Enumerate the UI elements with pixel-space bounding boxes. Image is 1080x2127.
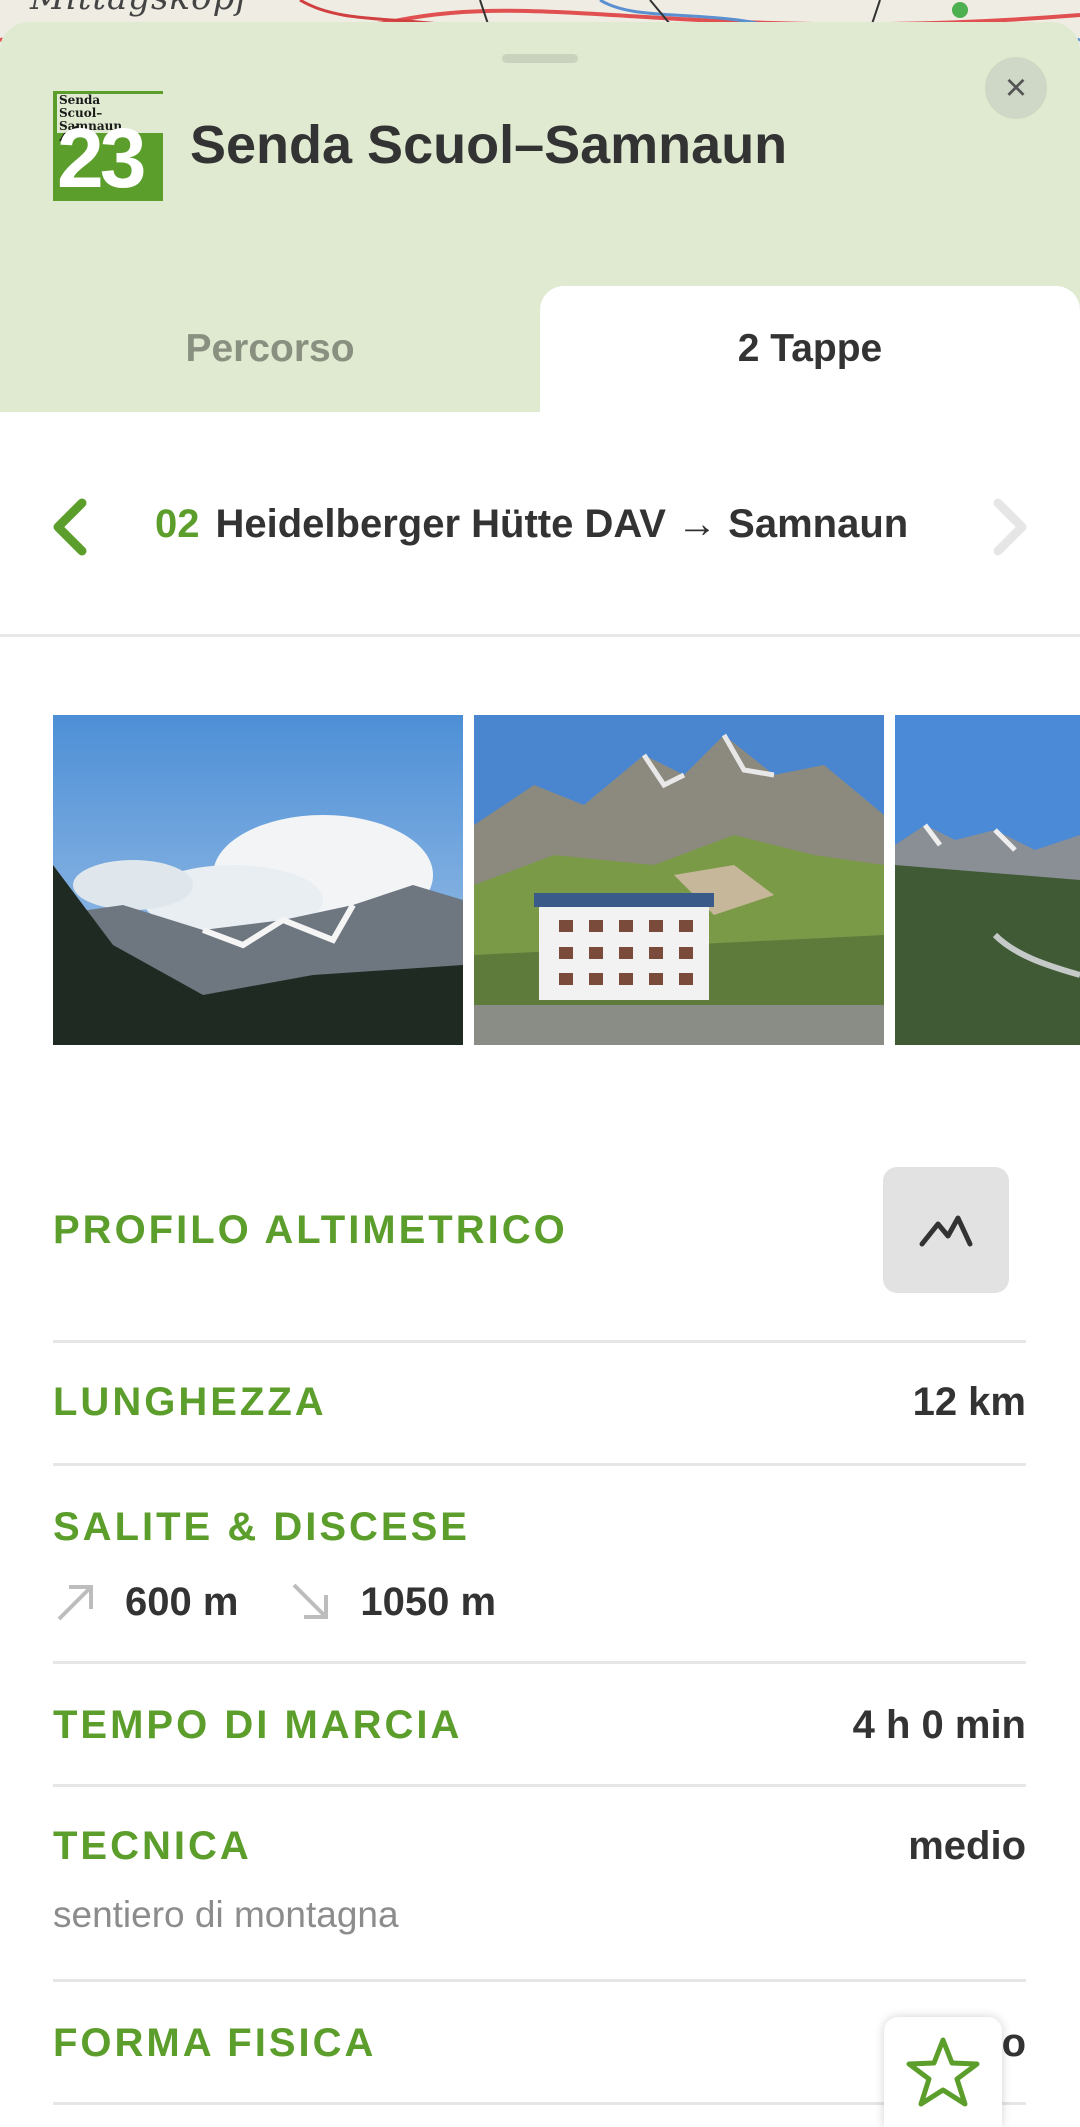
row-walking-time: TEMPO DI MARCIA 4 h 0 min <box>53 1663 1026 1787</box>
technique-sub: sentiero di montagna <box>53 1894 399 1935</box>
gallery-photo-1[interactable] <box>53 715 463 1045</box>
route-title: Senda Scuol–Samnaun <box>190 115 788 175</box>
elevation-profile-button[interactable] <box>883 1167 1009 1293</box>
drag-handle[interactable] <box>502 54 578 63</box>
stage-title: 02 Heidelberger Hütte DAV → Samnaun <box>155 502 908 547</box>
route-number: 23 <box>57 111 146 201</box>
row-technique: TECNICA medio sentiero di montagna <box>53 1786 1026 1982</box>
stage-navigator: 02 Heidelberger Hütte DAV → Samnaun <box>0 412 1080 637</box>
length-label: LUNGHEZZA <box>53 1380 327 1424</box>
row-length: LUNGHEZZA 12 km <box>53 1342 1026 1466</box>
length-value: 12 km <box>912 1380 1026 1424</box>
technique-label: TECNICA <box>53 1824 252 1868</box>
ascent-descent-values: 600 m 1050 m <box>53 1579 546 1625</box>
descent-value: 1050 m <box>360 1579 497 1624</box>
favorite-button[interactable] <box>884 2017 1002 2127</box>
gallery-photo-3[interactable] <box>895 715 1080 1045</box>
map-place-label: Mittagskopf <box>30 0 249 18</box>
chevron-left-icon[interactable] <box>48 497 92 557</box>
profile-label: PROFILO ALTIMETRICO <box>53 1208 568 1252</box>
stage-name: Heidelberger Hütte DAV → Samnaun <box>215 502 909 546</box>
elevation-profile-icon <box>919 1215 973 1247</box>
walking-time-label: TEMPO DI MARCIA <box>53 1703 463 1747</box>
tab-route-label: Percorso <box>185 327 355 370</box>
sheet-header: × Senda Scuol–Samnaun 23 Senda Scuol–Sam… <box>0 22 1080 412</box>
technique-value: medio <box>908 1824 1026 1868</box>
chevron-right-icon[interactable] <box>988 497 1032 557</box>
close-button[interactable]: × <box>985 57 1047 119</box>
tab-stages-label: 2 Tappe <box>737 327 883 370</box>
row-elevation-profile: PROFILO ALTIMETRICO <box>53 1167 1026 1343</box>
route-logo: Senda Scuol–Samnaun 23 <box>53 91 163 201</box>
fitness-label: FORMA FISICA <box>53 2021 377 2065</box>
row-fitness: FORMA FISICA medio <box>53 1981 1026 2105</box>
close-icon: × <box>1004 66 1028 109</box>
star-icon <box>906 2037 980 2107</box>
row-ascent-descent: SALITE & DISCESE 600 m 1050 m <box>53 1465 1026 1664</box>
photo-gallery[interactable] <box>0 715 1080 1045</box>
descent-arrow-icon <box>293 1583 329 1619</box>
tab-route[interactable]: Percorso <box>0 286 540 412</box>
tab-stages[interactable]: 2 Tappe <box>540 286 1080 412</box>
ascent-arrow-icon <box>57 1585 93 1621</box>
route-detail-sheet: × Senda Scuol–Samnaun 23 Senda Scuol–Sam… <box>0 22 1080 2119</box>
ascent-descent-label: SALITE & DISCESE <box>53 1505 470 1549</box>
walking-time-value: 4 h 0 min <box>852 1703 1026 1747</box>
stage-number: 02 <box>155 502 200 546</box>
gallery-photo-2[interactable] <box>474 715 884 1045</box>
ascent-value: 600 m <box>125 1579 239 1624</box>
